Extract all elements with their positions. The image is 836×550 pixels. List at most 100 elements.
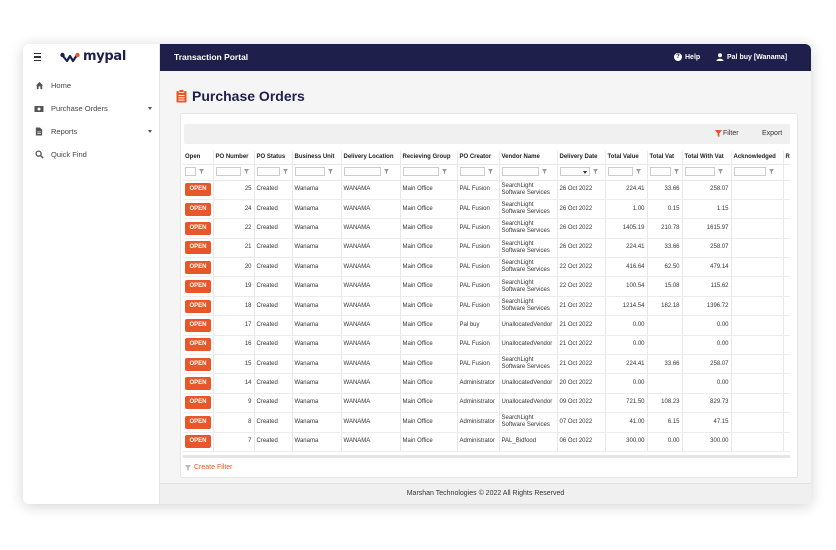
filter-row [183,163,790,181]
filter-icon[interactable] [718,169,724,175]
table-cell: UnallocatedVendor [499,335,558,356]
filter-icon[interactable] [328,169,334,175]
filter-icon[interactable] [384,169,390,175]
export-button[interactable]: Export [762,130,782,137]
table-cell: 26 Oct 2022 [557,238,606,259]
open-button[interactable]: OPEN [185,415,211,429]
column-filter-input[interactable] [649,167,671,177]
table-cell: 62.50 [647,257,683,278]
column-filter-input[interactable] [185,167,197,177]
sidebar-item-quick-find[interactable]: Quick Find [23,143,160,166]
filter-icon[interactable] [243,169,249,175]
table-cell [783,432,790,452]
column-filter-cell [647,163,683,181]
table-cell: 115.62 [682,276,732,297]
column-header[interactable]: Total Vat [647,151,683,164]
help-button[interactable]: ? Help [674,53,700,61]
column-header[interactable]: Delivery Date [557,151,606,164]
table-row[interactable]: OPEN 14 Created Wanama WANAMA Main Office Admi… [183,373,790,394]
column-filter-input[interactable] [459,167,486,177]
column-filter-input[interactable] [343,167,382,177]
open-button[interactable]: OPEN [185,435,211,449]
column-filter-cell [213,163,255,181]
open-button[interactable]: OPEN [185,221,211,235]
table-row[interactable]: OPEN 17 Created Wanama WANAMA Main Office Pal … [183,315,790,336]
create-filter-label: Create Filter [194,464,233,471]
column-header[interactable]: PO Creator [457,151,500,164]
table-cell: Main Office [400,393,458,414]
table-cell: WANAMA [341,393,401,414]
column-filter-input[interactable] [559,167,590,177]
table-cell: UnallocatedVendor [499,373,558,394]
column-filter-input[interactable] [402,167,439,177]
filter-icon[interactable] [199,169,205,175]
column-filter-input[interactable] [501,167,539,177]
filter-icon[interactable] [541,169,547,175]
table-row[interactable]: OPEN 19 Created Wanama WANAMA Main Office PAL … [183,276,790,297]
open-button[interactable]: OPEN [185,377,211,391]
column-header[interactable]: PO Status [254,151,293,164]
open-button[interactable]: OPEN [185,241,211,255]
column-header[interactable]: Business Unit [292,151,342,164]
hamburger-menu-icon[interactable] [34,53,42,62]
table-row[interactable]: OPEN 9 Created Wanama WANAMA Main Office Admin… [183,393,790,414]
table-row[interactable]: OPEN 8 Created Wanama WANAMA Main Office Admin… [183,412,790,433]
column-filter-input[interactable] [215,167,241,177]
horizontal-scrollbar[interactable] [183,455,790,458]
open-button[interactable]: OPEN [185,338,211,352]
table-row[interactable]: OPEN 15 Created Wanama WANAMA Main Office PAL … [183,354,790,375]
column-filter-input[interactable] [256,167,280,177]
table-cell [731,315,784,336]
open-button[interactable]: OPEN [185,396,211,410]
table-row[interactable]: OPEN 7 Created Wanama WANAMA Main Office Admin… [183,432,790,452]
filter-icon[interactable] [673,169,679,175]
open-button[interactable]: OPEN [185,299,211,313]
column-header[interactable]: Total Value [605,151,648,164]
table-cell: PAL Fusion [457,199,500,220]
column-header[interactable]: Open [183,151,214,164]
column-header[interactable]: PO Number [213,151,255,164]
table-cell [783,257,790,278]
column-filter-input[interactable] [684,167,716,177]
column-filter-input[interactable] [607,167,634,177]
column-filter-input[interactable] [294,167,326,177]
table-row[interactable]: OPEN 21 Created Wanama WANAMA Main Office PAL … [183,238,790,259]
filter-icon[interactable] [769,169,775,175]
filter-icon[interactable] [441,169,447,175]
table-row[interactable]: OPEN 20 Created Wanama WANAMA Main Office PAL … [183,257,790,278]
open-button[interactable]: OPEN [185,318,211,332]
table-cell: 22 [213,218,255,239]
filter-icon[interactable] [592,169,598,175]
table-row[interactable]: OPEN 16 Created Wanama WANAMA Main Office PAL … [183,335,790,356]
table-cell: WANAMA [341,354,401,375]
column-header[interactable]: Recieving Group [400,151,458,164]
filter-button[interactable]: Filter [715,130,739,137]
column-header[interactable]: Delivery Location [341,151,401,164]
table-row[interactable]: OPEN 24 Created Wanama WANAMA Main Office PAL … [183,199,790,220]
sidebar-item-home[interactable]: Home [23,74,160,97]
open-button[interactable]: OPEN [185,260,211,274]
open-button[interactable]: OPEN [185,202,211,216]
column-filter-input[interactable] [733,167,767,177]
table-row[interactable]: OPEN 22 Created Wanama WANAMA Main Office PAL … [183,218,790,239]
column-header[interactable]: Vendor Name [499,151,558,164]
sidebar-item-reports[interactable]: Reports [23,120,160,143]
filter-icon[interactable] [282,169,288,175]
table-cell: 0.00 [682,335,732,356]
table-row[interactable]: OPEN 25 Created Wanama WANAMA Main Office PAL … [183,180,790,200]
column-header[interactable]: R [783,151,790,164]
open-button[interactable]: OPEN [185,357,211,371]
table-row[interactable]: OPEN 18 Created Wanama WANAMA Main Office PAL … [183,296,790,317]
filter-icon[interactable] [488,169,494,175]
column-header[interactable]: Total With Vat [682,151,732,164]
user-menu[interactable]: Pal buy [Wanama] [716,53,787,61]
create-filter-link[interactable]: Create Filter [185,464,233,471]
open-button[interactable]: OPEN [185,280,211,294]
table-cell: 210.78 [647,218,683,239]
open-button[interactable]: OPEN [185,183,211,197]
top-bar: Transaction Portal ? Help Pal buy [Wanam… [160,44,811,71]
filter-icon[interactable] [636,169,642,175]
sidebar-item-purchase-orders[interactable]: Purchase Orders [23,97,160,120]
table-cell: 1405.19 [605,218,648,239]
column-header[interactable]: Acknowledged [731,151,784,164]
